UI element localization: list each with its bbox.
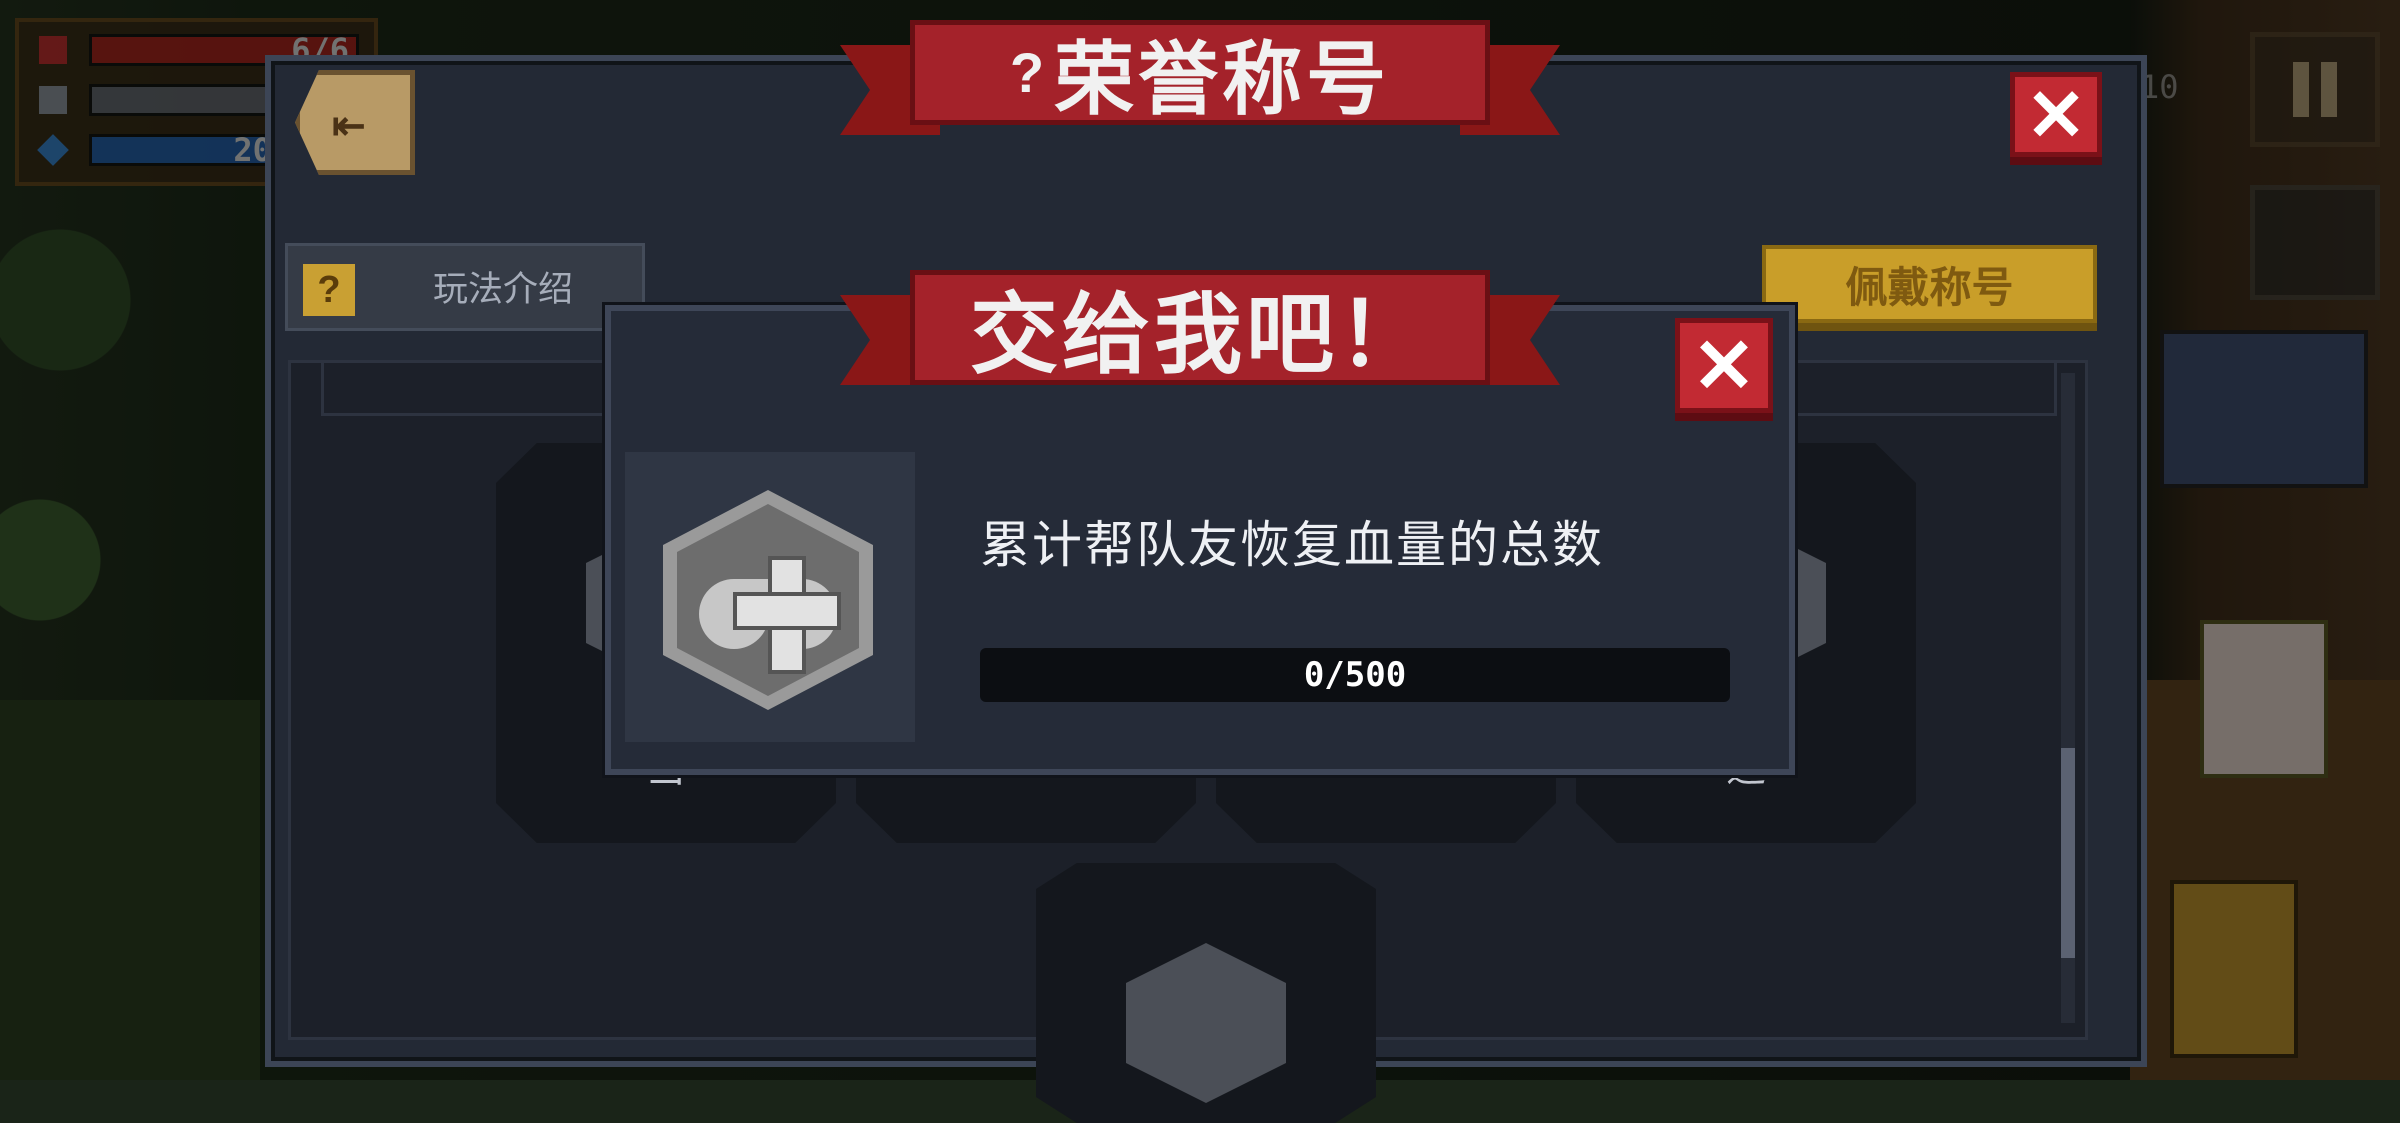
badge-inner [677,504,859,696]
winged-cross-badge-icon [663,490,873,710]
scrollbar-thumb[interactable] [2061,748,2075,958]
achievement-description: 累计帮队友恢复血量的总数 [980,517,1604,573]
badge-frame [625,452,915,742]
question-mark-icon: ? [303,264,355,316]
dialog-title-ribbon: ? 荣誉称号 [840,20,1560,135]
popup-title: 交给我吧！ [969,285,1430,384]
back-button[interactable]: ⇤ [295,70,415,175]
cross-icon-horizontal [733,592,841,630]
title-cell[interactable] [1036,863,1376,1123]
popup-title-ribbon: 交给我吧！ [840,270,1560,385]
popup-close-button[interactable]: ✕ [1675,318,1773,413]
dialog-title: 荣誉称号 [1054,34,1391,124]
gameplay-intro-label: 玩法介绍 [432,270,573,309]
gameplay-intro-button[interactable]: ? 玩法介绍 [285,243,645,331]
dialog-close-button[interactable]: ✕ [2010,72,2102,157]
progress-text: 0/500 [1303,655,1407,695]
back-arrow-icon: ⇤ [332,104,366,148]
title-prefix: ? [1009,41,1049,104]
wear-title-label: 佩戴称号 [1845,263,2014,311]
achievement-progress-bar: 0/500 [980,648,1730,702]
close-icon: ✕ [1692,324,1756,409]
wear-title-button[interactable]: 佩戴称号 [1762,245,2097,323]
close-icon: ✕ [2025,75,2087,156]
title-badge-icon [1126,943,1286,1103]
